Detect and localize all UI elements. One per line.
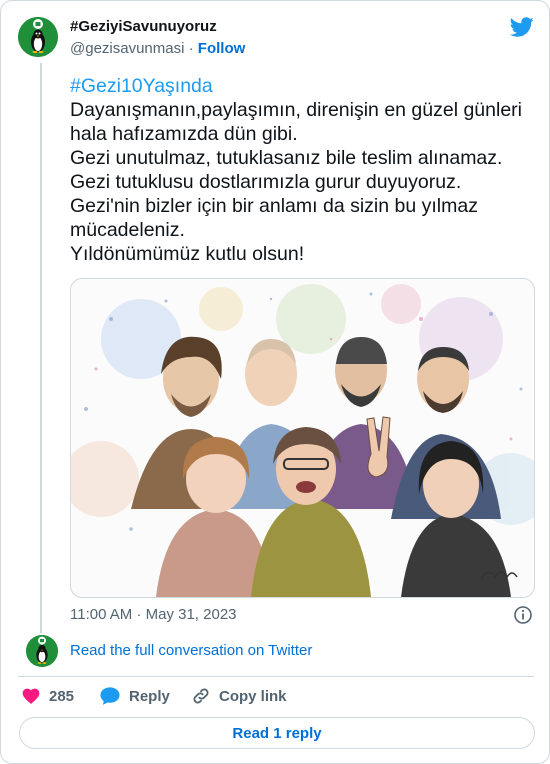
like-button[interactable]: 285 [21, 685, 74, 707]
tweet-line: Gezi unutulmaz, tutuklasanız bile teslim… [70, 147, 503, 169]
tweet-time: 11:00 AM [70, 606, 133, 623]
tweet-line: Gezi tutuklusu dostlarımızla gurur duyuy… [70, 171, 462, 193]
penguin-logo-icon [18, 17, 58, 57]
copy-link-button[interactable]: Copy link [191, 685, 287, 707]
tweet-line: mücadeleniz. [70, 219, 185, 241]
reply-button[interactable]: Reply [99, 685, 170, 707]
read-replies-button[interactable]: Read 1 reply [19, 717, 535, 749]
info-icon[interactable] [513, 605, 533, 625]
read-replies-label: Read 1 reply [232, 724, 322, 742]
copy-link-label: Copy link [219, 687, 287, 705]
link-icon [193, 688, 209, 704]
author-avatar[interactable] [18, 17, 58, 57]
tweet-line: hala hafızamızda dün gibi. [70, 123, 298, 145]
thread-line [40, 63, 42, 633]
handle-separator: · [188, 40, 194, 57]
divider [18, 676, 534, 677]
author-name[interactable]: #GeziyiSavunuyoruz [70, 18, 217, 35]
tweet-timestamp[interactable]: 11:00 AM · May 31, 2023 [70, 606, 237, 623]
speech-bubble-icon [100, 687, 120, 705]
penguin-logo-icon [26, 635, 58, 667]
tweet-text: #Gezi10Yaşında Dayanışmanın,paylaşımın, … [70, 74, 540, 266]
tweet-line: Dayanışmanın,paylaşımın, direnişin en gü… [70, 99, 522, 121]
heart-icon [22, 688, 40, 704]
follow-button[interactable]: Follow [198, 40, 246, 57]
tweet-media-image[interactable] [70, 278, 535, 598]
tweet-line: Gezi'nin bizler için bir anlamı da sizin… [70, 195, 478, 217]
hashtag-link[interactable]: #Gezi10Yaşında [70, 74, 540, 98]
meta-separator: · [136, 606, 142, 623]
read-conversation-link[interactable]: Read the full conversation on Twitter [70, 642, 312, 659]
reply-label: Reply [129, 687, 170, 705]
tweet-line: Yıldönümümüz kutlu olsun! [70, 243, 305, 265]
like-count: 285 [49, 687, 75, 705]
conversation-avatar[interactable] [26, 635, 58, 667]
tweet-card: #GeziyiSavunuyoruz @gezisavunmasi · Foll… [0, 0, 550, 764]
illustration-image [71, 284, 534, 597]
twitter-bird-icon[interactable] [510, 15, 534, 39]
author-handle[interactable]: @gezisavunmasi [70, 40, 184, 57]
author-handle-row: @gezisavunmasi · Follow [70, 40, 245, 57]
tweet-date: May 31, 2023 [145, 606, 237, 623]
